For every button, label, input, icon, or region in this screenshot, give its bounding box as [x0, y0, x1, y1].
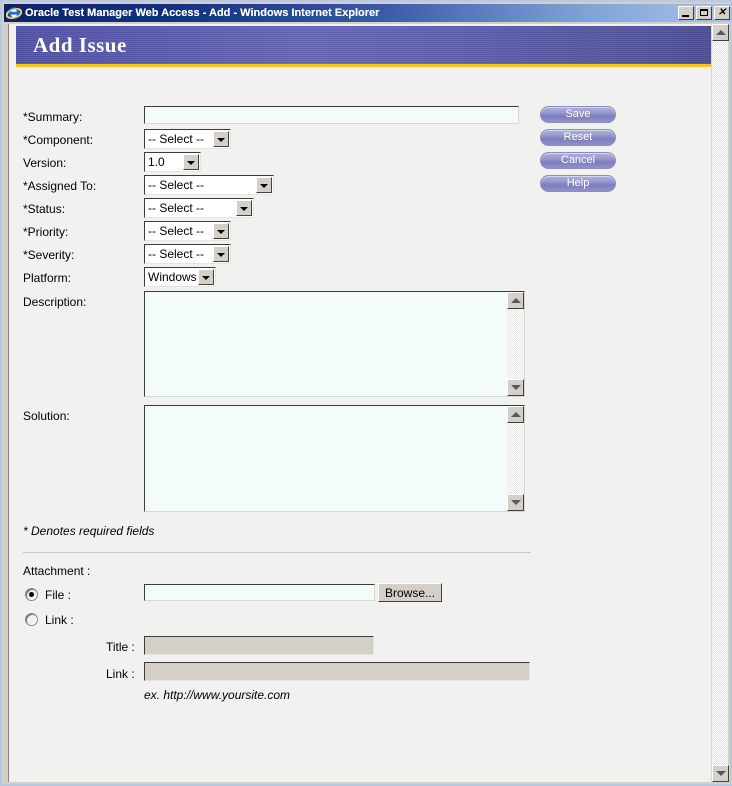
status-select-value: -- Select -- [148, 201, 205, 215]
help-button[interactable]: Help [540, 175, 616, 192]
reset-button[interactable]: Reset [540, 129, 616, 146]
label-version: Version: [23, 156, 67, 170]
component-select[interactable]: -- Select -- [144, 129, 231, 149]
attachment-file-input[interactable] [144, 584, 375, 601]
label-summary: *Summary: [23, 110, 83, 124]
save-button[interactable]: Save [540, 106, 616, 123]
component-select-value: -- Select -- [148, 132, 205, 146]
solution-textarea[interactable] [145, 406, 507, 511]
browse-button[interactable]: Browse... [378, 583, 442, 602]
close-icon: ✕ [717, 7, 727, 18]
chevron-down-icon [183, 154, 199, 170]
severity-select[interactable]: -- Select -- [144, 244, 231, 264]
scroll-up-icon[interactable] [507, 406, 524, 423]
attachment-file-radio[interactable] [25, 588, 38, 601]
assigned-to-select-value: -- Select -- [148, 178, 205, 192]
attachment-link-label: Link : [45, 613, 74, 627]
label-severity: *Severity: [23, 248, 75, 262]
page-content-area: Add Issue *Summary: *Component: -- Selec… [8, 24, 728, 782]
attachment-heading: Attachment : [23, 564, 91, 578]
solution-scrollbar[interactable] [507, 406, 524, 511]
chevron-down-icon [256, 177, 272, 193]
cancel-button[interactable]: Cancel [540, 152, 616, 169]
window-frame: Oracle Test Manager Web Access - Add - W… [0, 0, 732, 786]
ie-logo-icon [5, 5, 23, 21]
attachment-link-radio[interactable] [25, 613, 38, 626]
platform-select[interactable]: Windows [144, 267, 216, 287]
required-fields-note: * Denotes required fields [23, 524, 155, 538]
assigned-to-select[interactable]: -- Select -- [144, 175, 274, 195]
chevron-down-icon [236, 200, 252, 216]
scroll-down-icon[interactable] [712, 765, 729, 782]
chevron-down-icon [213, 246, 229, 262]
summary-input[interactable] [144, 106, 519, 124]
attachment-link-input[interactable] [144, 662, 530, 681]
solution-textarea-wrapper [144, 405, 525, 512]
chevron-down-icon [213, 131, 229, 147]
close-button[interactable]: ✕ [714, 6, 730, 20]
attachment-title-input[interactable] [144, 636, 374, 655]
maximize-button[interactable] [696, 6, 712, 20]
label-component: *Component: [23, 133, 94, 147]
version-select[interactable]: 1.0 [144, 152, 201, 172]
page-scrollbar[interactable] [711, 24, 729, 782]
section-divider [23, 552, 531, 553]
scroll-down-icon[interactable] [507, 379, 524, 396]
attachment-title-label: Title : [106, 640, 135, 654]
scroll-down-icon[interactable] [507, 494, 524, 511]
attachment-linkfield-label: Link : [106, 667, 135, 681]
document-body: Add Issue *Summary: *Component: -- Selec… [9, 24, 712, 782]
header-accent-rule [16, 64, 712, 67]
minimize-button[interactable] [678, 6, 694, 20]
scroll-up-icon[interactable] [507, 292, 524, 309]
description-textarea[interactable] [145, 292, 507, 396]
chevron-down-icon [213, 223, 229, 239]
label-description: Description: [23, 295, 87, 309]
attachment-file-label: File : [45, 588, 72, 602]
window-title: Oracle Test Manager Web Access - Add - W… [25, 7, 380, 19]
severity-select-value: -- Select -- [148, 247, 205, 261]
version-select-value: 1.0 [148, 155, 165, 169]
page-title: Add Issue [33, 33, 127, 57]
description-scrollbar[interactable] [507, 292, 524, 396]
priority-select[interactable]: -- Select -- [144, 221, 231, 241]
status-select[interactable]: -- Select -- [144, 198, 254, 218]
label-solution: Solution: [23, 409, 70, 423]
label-assigned-to: *Assigned To: [23, 179, 97, 193]
platform-select-value: Windows [148, 270, 197, 284]
chevron-down-icon [198, 269, 214, 285]
label-platform: Platform: [23, 271, 72, 285]
window-controls: ✕ [678, 6, 730, 20]
page-header-banner: Add Issue [16, 26, 712, 64]
scroll-up-icon[interactable] [712, 24, 729, 41]
browser-window: Oracle Test Manager Web Access - Add - W… [0, 0, 732, 786]
description-textarea-wrapper [144, 291, 525, 397]
priority-select-value: -- Select -- [148, 224, 205, 238]
label-priority: *Priority: [23, 225, 69, 239]
window-titlebar[interactable]: Oracle Test Manager Web Access - Add - W… [4, 4, 732, 22]
label-status: *Status: [23, 202, 66, 216]
attachment-example-text: ex. http://www.yoursite.com [144, 688, 291, 702]
